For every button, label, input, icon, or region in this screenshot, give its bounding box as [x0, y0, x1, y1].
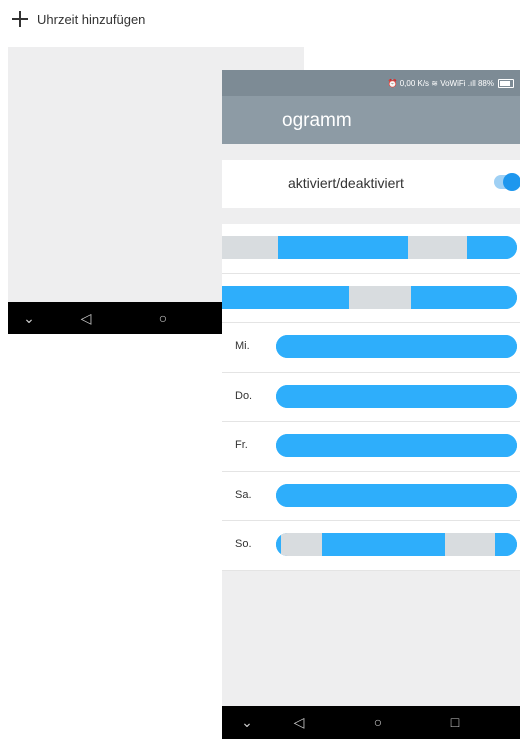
recents-icon[interactable]: □ — [440, 706, 470, 738]
day-row[interactable]: Mi. — [222, 323, 520, 373]
day-row[interactable]: Sa. — [222, 472, 520, 521]
schedule-segment-off[interactable] — [222, 236, 279, 259]
battery-icon — [498, 78, 514, 88]
schedule-segment-on[interactable] — [276, 434, 517, 457]
day-schedule-bar[interactable] — [222, 285, 517, 309]
page-title: ogramm — [282, 110, 352, 131]
chevron-down-icon[interactable]: ⌄ — [14, 302, 44, 334]
day-schedule-bar[interactable] — [276, 434, 517, 457]
day-row[interactable]: Fr. — [222, 422, 520, 472]
day-row[interactable] — [222, 224, 520, 274]
android-navbar-right: ⌄ ◁ ○ □ — [222, 706, 520, 739]
day-label: Fr. — [235, 439, 248, 451]
day-label: Do. — [235, 389, 253, 402]
schedule-segment-on[interactable] — [276, 335, 517, 358]
schedule-segment-off[interactable] — [407, 236, 467, 259]
schedule-day-list: Mi. Do. Fr. Sa. So. — [222, 224, 520, 571]
schedule-segment-off[interactable] — [444, 533, 496, 556]
plus-icon — [12, 11, 28, 27]
day-schedule-bar[interactable] — [276, 384, 517, 408]
schedule-segment-on[interactable] — [495, 533, 517, 556]
schedule-segment-on[interactable] — [278, 236, 408, 259]
schedule-segment-off[interactable] — [348, 285, 411, 309]
schedule-segment-off[interactable] — [280, 533, 322, 556]
status-text: ⏰ 0,00 K/s ≋ VoWiFi .ıll 88% — [387, 78, 494, 88]
schedule-segment-on[interactable] — [222, 285, 349, 309]
schedule-segment-on[interactable] — [466, 236, 517, 259]
program-toggle-label: aktiviert/deaktiviert — [288, 175, 404, 191]
phone-screen-right: ⏰ 0,00 K/s ≋ VoWiFi .ıll 88% ogramm akti… — [222, 70, 520, 739]
day-schedule-bar[interactable] — [222, 236, 517, 259]
app-bar: ogramm — [222, 96, 520, 144]
day-label: So. — [235, 538, 252, 550]
home-icon[interactable]: ○ — [363, 706, 393, 738]
chevron-down-icon[interactable]: ⌄ — [232, 706, 262, 738]
program-toggle-switch[interactable] — [494, 173, 520, 191]
day-schedule-bar[interactable] — [276, 533, 517, 556]
back-icon[interactable]: ◁ — [71, 302, 101, 334]
home-icon[interactable]: ○ — [148, 302, 178, 334]
schedule-segment-on[interactable] — [321, 533, 445, 556]
day-label: Mi. — [235, 340, 250, 352]
add-time-label: Uhrzeit hinzufügen — [37, 12, 146, 27]
day-row[interactable]: So. — [222, 521, 520, 571]
schedule-segment-on[interactable] — [410, 285, 517, 309]
schedule-segment-on[interactable] — [276, 483, 517, 507]
schedule-segment-on[interactable] — [276, 384, 517, 408]
day-label: Sa. — [235, 488, 252, 501]
day-schedule-bar[interactable] — [276, 335, 517, 358]
program-toggle-row[interactable]: aktiviert/deaktiviert — [222, 160, 520, 208]
day-schedule-bar[interactable] — [276, 483, 517, 507]
status-bar: ⏰ 0,00 K/s ≋ VoWiFi .ıll 88% — [222, 70, 520, 96]
day-row[interactable] — [222, 274, 520, 323]
back-icon[interactable]: ◁ — [284, 706, 314, 738]
add-time-row[interactable]: Uhrzeit hinzufügen — [0, 0, 300, 42]
day-row[interactable]: Do. — [222, 373, 520, 422]
